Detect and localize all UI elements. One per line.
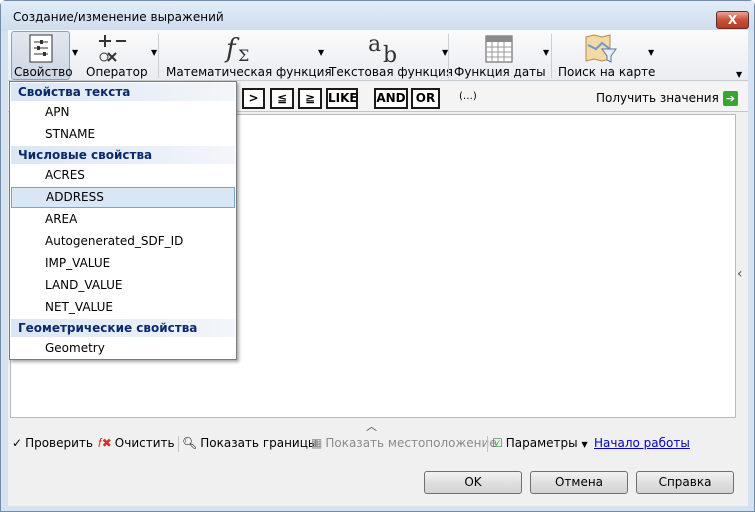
- toolbar-separator: [487, 436, 488, 452]
- ribbon-separator: [158, 34, 159, 78]
- chevron-down-icon: ▼: [581, 440, 588, 449]
- math-function-label: Математическая функция: [166, 65, 332, 79]
- show-extents-label: Показать границы: [200, 436, 318, 450]
- check-button[interactable]: ✓ Проверить: [12, 436, 93, 450]
- property-item[interactable]: Autogenerated_SDF_ID: [11, 231, 235, 252]
- chevron-down-icon[interactable]: ▼: [648, 48, 654, 57]
- ribbon-separator: [551, 34, 552, 78]
- property-dropdown: Свойства текста APN STNAME Числовые свой…: [9, 81, 237, 360]
- check-label: Проверить: [25, 436, 93, 450]
- operator-label: Оператор: [86, 65, 148, 79]
- operators-icon: [99, 35, 126, 62]
- chevron-down-icon[interactable]: ▼: [151, 48, 157, 57]
- property-item[interactable]: NET_VALUE: [11, 297, 235, 318]
- property-button[interactable]: Свойство ▼: [8, 30, 80, 81]
- parameters-button[interactable]: ☑ Параметры ▼: [492, 436, 588, 450]
- ribbon-overflow-icon[interactable]: ▼: [736, 70, 742, 79]
- parameters-label: Параметры: [505, 436, 578, 450]
- help-button[interactable]: Справка: [636, 471, 734, 494]
- property-item[interactable]: STNAME: [11, 124, 235, 145]
- text-function-button[interactable]: a b Текстовая функция ▼: [326, 30, 453, 81]
- group-header-numeric: Числовые свойства: [11, 146, 235, 164]
- clear-button[interactable]: 𝑓✖ Очистить: [98, 436, 175, 451]
- less-equal-button[interactable]: ≦: [270, 88, 294, 109]
- property-item[interactable]: APN: [11, 102, 235, 123]
- show-location-button[interactable]: ▦ Показать местоположение: [311, 436, 497, 450]
- bottom-toolbar: ✓ Проверить 𝑓✖ Очистить 🔍︎ Показать границы…: [8, 432, 748, 454]
- math-function-button[interactable]: f Σ Математическая функция ▼: [162, 30, 332, 81]
- date-function-button[interactable]: Функция даты ▼: [452, 30, 549, 81]
- grid-location-icon: ▦: [311, 436, 323, 450]
- operator-button[interactable]: Оператор ▼: [84, 30, 160, 81]
- window-title: Создание/изменение выражений: [13, 10, 224, 24]
- map-search-button[interactable]: Поиск на карте ▼: [554, 30, 658, 81]
- and-button[interactable]: AND: [374, 88, 408, 109]
- property-item[interactable]: LAND_VALUE: [11, 275, 235, 296]
- group-header-text: Свойства текста: [11, 83, 235, 101]
- text-function-label: Текстовая функция: [329, 65, 453, 79]
- checkmark-icon: ✓: [12, 436, 23, 450]
- property-item[interactable]: IMP_VALUE: [11, 253, 235, 274]
- chevron-left-icon[interactable]: ‹: [737, 266, 743, 282]
- parentheses-button[interactable]: (…): [459, 91, 477, 102]
- ribbon-separator: [448, 34, 449, 78]
- properties-list-icon: [29, 34, 53, 63]
- calendar-icon: [485, 35, 513, 63]
- ribbon-toolbar: Свойство ▼ Оператор ▼ f Σ Математическая…: [8, 30, 748, 81]
- date-function-label: Функция даты: [454, 65, 546, 79]
- show-location-label: Показать местоположение: [325, 436, 497, 450]
- close-button[interactable]: X: [716, 11, 749, 29]
- chevron-down-icon[interactable]: ▼: [543, 48, 549, 57]
- greater-equal-button[interactable]: ≧: [298, 88, 322, 109]
- map-search-label: Поиск на карте: [558, 65, 656, 79]
- get-values-button[interactable]: Получить значения ➔: [596, 91, 738, 106]
- property-item[interactable]: Geometry: [11, 338, 235, 359]
- toolbar-separator: [178, 436, 179, 452]
- or-button[interactable]: OR: [411, 88, 440, 109]
- text-function-icon: a b: [368, 32, 397, 66]
- ok-button[interactable]: OK: [424, 471, 522, 494]
- zoom-extents-icon: 🔍︎: [182, 436, 198, 450]
- greater-than-button[interactable]: >: [242, 88, 265, 109]
- svg-text:a: a: [368, 32, 381, 57]
- property-label: Свойство: [14, 65, 73, 79]
- show-extents-button[interactable]: 🔍︎ Показать границы: [182, 436, 317, 450]
- checkbox-icon: ☑: [492, 436, 503, 450]
- getting-started-link[interactable]: Начало работы: [594, 436, 690, 450]
- function-sigma-icon: f Σ: [224, 34, 249, 65]
- chevron-down-icon[interactable]: ▼: [72, 48, 78, 57]
- property-item-selected[interactable]: ADDRESS: [11, 187, 235, 208]
- cancel-button[interactable]: Отмена: [530, 471, 628, 494]
- title-bar: Создание/изменение выражений X: [1, 1, 754, 31]
- like-button[interactable]: LIKE: [326, 88, 358, 109]
- clear-label: Очистить: [114, 436, 175, 450]
- map-filter-icon: [585, 34, 617, 63]
- get-values-label: Получить значения: [596, 91, 719, 105]
- property-item[interactable]: ACRES: [11, 165, 235, 186]
- expression-builder-dialog: Создание/изменение выражений X Свойство …: [0, 0, 755, 512]
- clear-function-icon: 𝑓✖: [98, 436, 112, 450]
- group-header-geometry: Геометрические свойства: [11, 319, 235, 337]
- property-item[interactable]: AREA: [11, 209, 235, 230]
- arrow-right-icon: ➔: [722, 91, 738, 106]
- chevron-down-icon[interactable]: ▼: [318, 48, 324, 57]
- svg-text:Σ: Σ: [238, 46, 249, 65]
- svg-text:b: b: [383, 43, 397, 66]
